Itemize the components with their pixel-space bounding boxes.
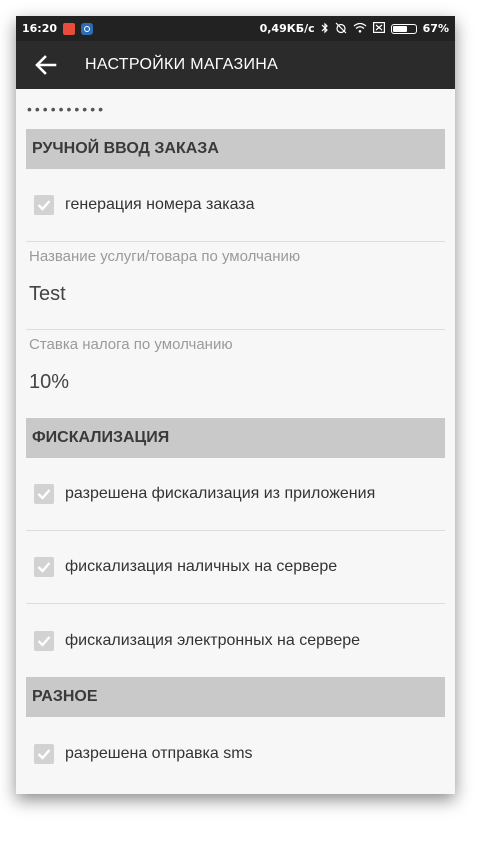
- order-number-generation-toggle[interactable]: генерация номера заказа: [26, 169, 445, 242]
- checkmark-icon: [37, 489, 51, 500]
- field-label: Ставка налога по умолчанию: [29, 336, 233, 353]
- status-left: 16:20: [22, 22, 94, 35]
- sim-off-icon: [372, 22, 385, 35]
- checkbox[interactable]: [34, 195, 54, 215]
- electronic-fiscalization-server-toggle[interactable]: фискализация электронных на сервере: [26, 604, 445, 677]
- battery-percent: 67%: [422, 22, 449, 35]
- bluetooth-icon: [321, 22, 329, 36]
- field-value: Test: [29, 283, 66, 305]
- settings-list[interactable]: •••••••••• РУЧНОЙ ВВОД ЗАКАЗА генерация …: [16, 89, 455, 790]
- checkbox[interactable]: [34, 484, 54, 504]
- checkbox-label: генерация номера заказа: [65, 196, 255, 213]
- field-label: Название услуги/товара по умолчанию: [29, 248, 301, 265]
- battery-icon: [390, 23, 417, 34]
- checkbox-label: фискализация электронных на сервере: [65, 631, 361, 649]
- checkmark-icon: [37, 635, 51, 647]
- section-header-fiscalization: ФИСКАЛИЗАЦИЯ: [26, 418, 445, 458]
- app-bar: НАСТРОЙКИ МАГАЗИНА: [16, 41, 455, 89]
- page-title: НАСТРОЙКИ МАГАЗИНА: [85, 56, 279, 73]
- cash-fiscalization-server-toggle[interactable]: фискализация наличных на сервере: [26, 531, 445, 604]
- checkmark-icon: [37, 748, 51, 760]
- arrow-left-icon: [35, 55, 57, 75]
- fiscalization-from-app-toggle[interactable]: разрешена фискализация из приложения: [26, 458, 445, 531]
- default-item-name-field[interactable]: Название услуги/товара по умолчанию Test: [26, 242, 445, 330]
- field-value: 10%: [29, 371, 70, 393]
- status-time: 16:20: [22, 22, 58, 35]
- checkbox-label: разрешена отправка sms: [65, 744, 253, 762]
- checkmark-icon: [37, 562, 51, 573]
- default-tax-rate-field[interactable]: Ставка налога по умолчанию 10%: [26, 330, 445, 418]
- section-header-misc: РАЗНОЕ: [26, 677, 445, 717]
- app-notification-icon: [63, 22, 76, 35]
- back-button[interactable]: [16, 41, 76, 89]
- checkbox-label: фискализация наличных на сервере: [65, 558, 338, 575]
- alarm-off-icon: [335, 22, 347, 36]
- battery-level-fill: [392, 25, 407, 32]
- section-header-manual-order: РУЧНОЙ ВВОД ЗАКАЗА: [26, 129, 445, 169]
- status-bar: 16:20 0,49КБ/с 67%: [16, 16, 455, 41]
- network-speed: 0,49КБ/с: [259, 22, 315, 35]
- checkbox[interactable]: [34, 743, 54, 764]
- checkmark-icon: [37, 200, 51, 211]
- checkbox-label: разрешена фискализация из приложения: [65, 485, 376, 502]
- sms-sending-toggle[interactable]: разрешена отправка sms: [26, 717, 445, 790]
- phone-screen: 16:20 0,49КБ/с 67% НАСТРОЙКИ МАГАЗИНА ••…: [16, 16, 455, 794]
- settings-notification-icon: [81, 22, 94, 35]
- checkbox[interactable]: [34, 557, 54, 577]
- password-field[interactable]: ••••••••••: [16, 89, 455, 129]
- wifi-icon: [353, 22, 367, 35]
- status-right: 0,49КБ/с 67%: [260, 22, 449, 36]
- checkbox[interactable]: [34, 630, 54, 651]
